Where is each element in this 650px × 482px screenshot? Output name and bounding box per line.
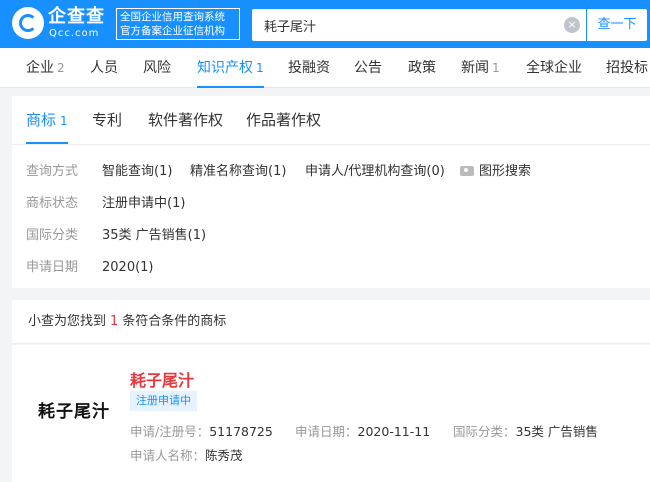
filter-option-class[interactable]: 35类 广告销售(1) [102, 226, 206, 246]
nav-tab-policy[interactable]: 政策 [408, 48, 436, 88]
trademark-name-link[interactable]: 耗子尾汁 [130, 367, 194, 391]
divider [12, 144, 650, 145]
main-nav: 企业 2 人员 风险 知识产权 1 投融资 公告 政策 新闻 1 全球企业 招投标 [0, 48, 650, 88]
nav-tab-bidding[interactable]: 招投标 [606, 48, 648, 88]
nav-tab-label: 新闻 [461, 60, 489, 76]
logo-mark-icon [12, 7, 44, 39]
nav-tab-risk[interactable]: 风险 [143, 48, 171, 88]
nav-tab-company[interactable]: 企业 2 [26, 48, 65, 88]
search-box: × [252, 9, 586, 41]
reg-no: 申请/注册号：51178725 [130, 421, 273, 440]
filter-row-class: 国际分类 35类 广告销售(1) [26, 226, 326, 246]
apply-date-value: 2020-11-11 [357, 424, 431, 439]
result-summary: 小查为您找到 1 条符合条件的商标 [12, 300, 650, 344]
nav-tab-label: 政策 [408, 60, 436, 76]
nav-tab-label: 招投标 [606, 60, 648, 76]
slogan-line-1: 全国企业信用查询系统 [120, 11, 225, 23]
nav-tab-label: 公告 [354, 60, 382, 76]
filter-row-query-mode: 查询方式 智能查询(1) 精准名称查询(1) 申请人/代理机构查询(0) 图形搜… [26, 162, 626, 182]
filter-label: 申请日期 [26, 260, 79, 275]
subtab-label: 软件著作权 [148, 111, 224, 129]
trademark-result-card: 耗子尾汁 耗子尾汁 注册申请中 申请/注册号：51178725 申请日期：202… [12, 345, 650, 482]
nav-tab-label: 人员 [90, 60, 118, 76]
filter-row-status: 商标状态 注册申请中(1) [26, 194, 326, 214]
applicant: 申请人名称：陈秀茂 [130, 445, 243, 464]
trademark-image[interactable]: 耗子尾汁 [26, 357, 122, 467]
nav-tab-announcement[interactable]: 公告 [354, 48, 382, 88]
search-button[interactable]: 查一下 [587, 9, 647, 41]
subtab-count: 1 [60, 114, 68, 128]
nav-tab-count: 2 [57, 61, 65, 75]
nav-tab-label: 知识产权 [197, 60, 253, 76]
subtab-patent[interactable]: 专利 [92, 96, 122, 144]
nav-tab-label: 投融资 [288, 60, 330, 76]
subtab-work-copyright[interactable]: 作品著作权 [246, 96, 321, 144]
nav-tab-news[interactable]: 新闻 1 [461, 48, 500, 88]
reg-no-value: 51178725 [209, 424, 273, 439]
filter-option-smart[interactable]: 智能查询(1) [102, 162, 172, 182]
qcc-logo[interactable]: 企查查 Qcc.com [12, 7, 114, 41]
nav-tab-label: 风险 [143, 60, 171, 76]
status-badge: 注册申请中 [130, 391, 197, 411]
summary-suffix: 条符合条件的商标 [122, 314, 227, 329]
intl-class: 国际分类：35类 广告销售 [453, 421, 598, 440]
apply-date: 申请日期：2020-11-11 [295, 421, 430, 440]
logo-text: 企查查 [48, 6, 105, 27]
filter-label: 查询方式 [26, 164, 79, 179]
filter-option-status[interactable]: 注册申请中(1) [102, 194, 185, 214]
logo-domain: Qcc.com [49, 28, 100, 39]
image-search-button[interactable]: 图形搜索 [460, 162, 531, 182]
filter-option-applicant[interactable]: 申请人/代理机构查询(0) [305, 162, 445, 182]
nav-tab-count: 1 [492, 61, 500, 75]
search-input[interactable] [252, 9, 552, 41]
intl-class-label: 国际分类： [453, 424, 516, 439]
nav-tab-investment[interactable]: 投融资 [288, 48, 330, 88]
nav-tab-global[interactable]: 全球企业 [526, 48, 582, 88]
camera-icon [460, 166, 474, 176]
slogan-box: 全国企业信用查询系统 官方备案企业征信机构 [116, 8, 240, 40]
nav-tab-people[interactable]: 人员 [90, 48, 118, 88]
subtab-label: 商标 [26, 111, 57, 129]
clear-icon[interactable]: × [564, 17, 580, 33]
result-count: 1 [110, 314, 119, 329]
top-header: 企查查 Qcc.com 全国企业信用查询系统 官方备案企业征信机构 × 查一下 [0, 0, 650, 48]
apply-date-label: 申请日期： [295, 424, 358, 439]
subtab-trademark[interactable]: 商标 1 [26, 96, 68, 144]
applicant-value[interactable]: 陈秀茂 [205, 448, 243, 463]
filter-option-exact[interactable]: 精准名称查询(1) [190, 162, 286, 182]
subtab-label: 专利 [92, 111, 123, 129]
filter-row-date: 申请日期 2020(1) [26, 258, 326, 278]
summary-prefix: 小查为您找到 [28, 314, 107, 329]
reg-no-label: 申请/注册号： [130, 424, 210, 439]
intl-class-value: 35类 广告销售 [515, 424, 598, 439]
subtab-label: 作品著作权 [246, 111, 322, 129]
filter-label: 国际分类 [26, 228, 79, 243]
subtab-software-copyright[interactable]: 软件著作权 [148, 96, 223, 144]
filter-option-date[interactable]: 2020(1) [102, 258, 154, 278]
slogan-line-2: 官方备案企业征信机构 [120, 25, 225, 37]
filter-label: 商标状态 [26, 196, 79, 211]
nav-tab-label: 企业 [26, 60, 54, 76]
nav-tab-count: 1 [256, 61, 264, 75]
nav-tab-ip[interactable]: 知识产权 1 [197, 48, 264, 88]
image-search-label: 图形搜索 [479, 164, 532, 179]
filter-panel: 商标 1 专利 软件著作权 作品著作权 查询方式 智能查询(1) 精准名称查询(1… [12, 96, 650, 288]
nav-tab-label: 全球企业 [526, 60, 582, 76]
applicant-label: 申请人名称： [130, 448, 206, 463]
